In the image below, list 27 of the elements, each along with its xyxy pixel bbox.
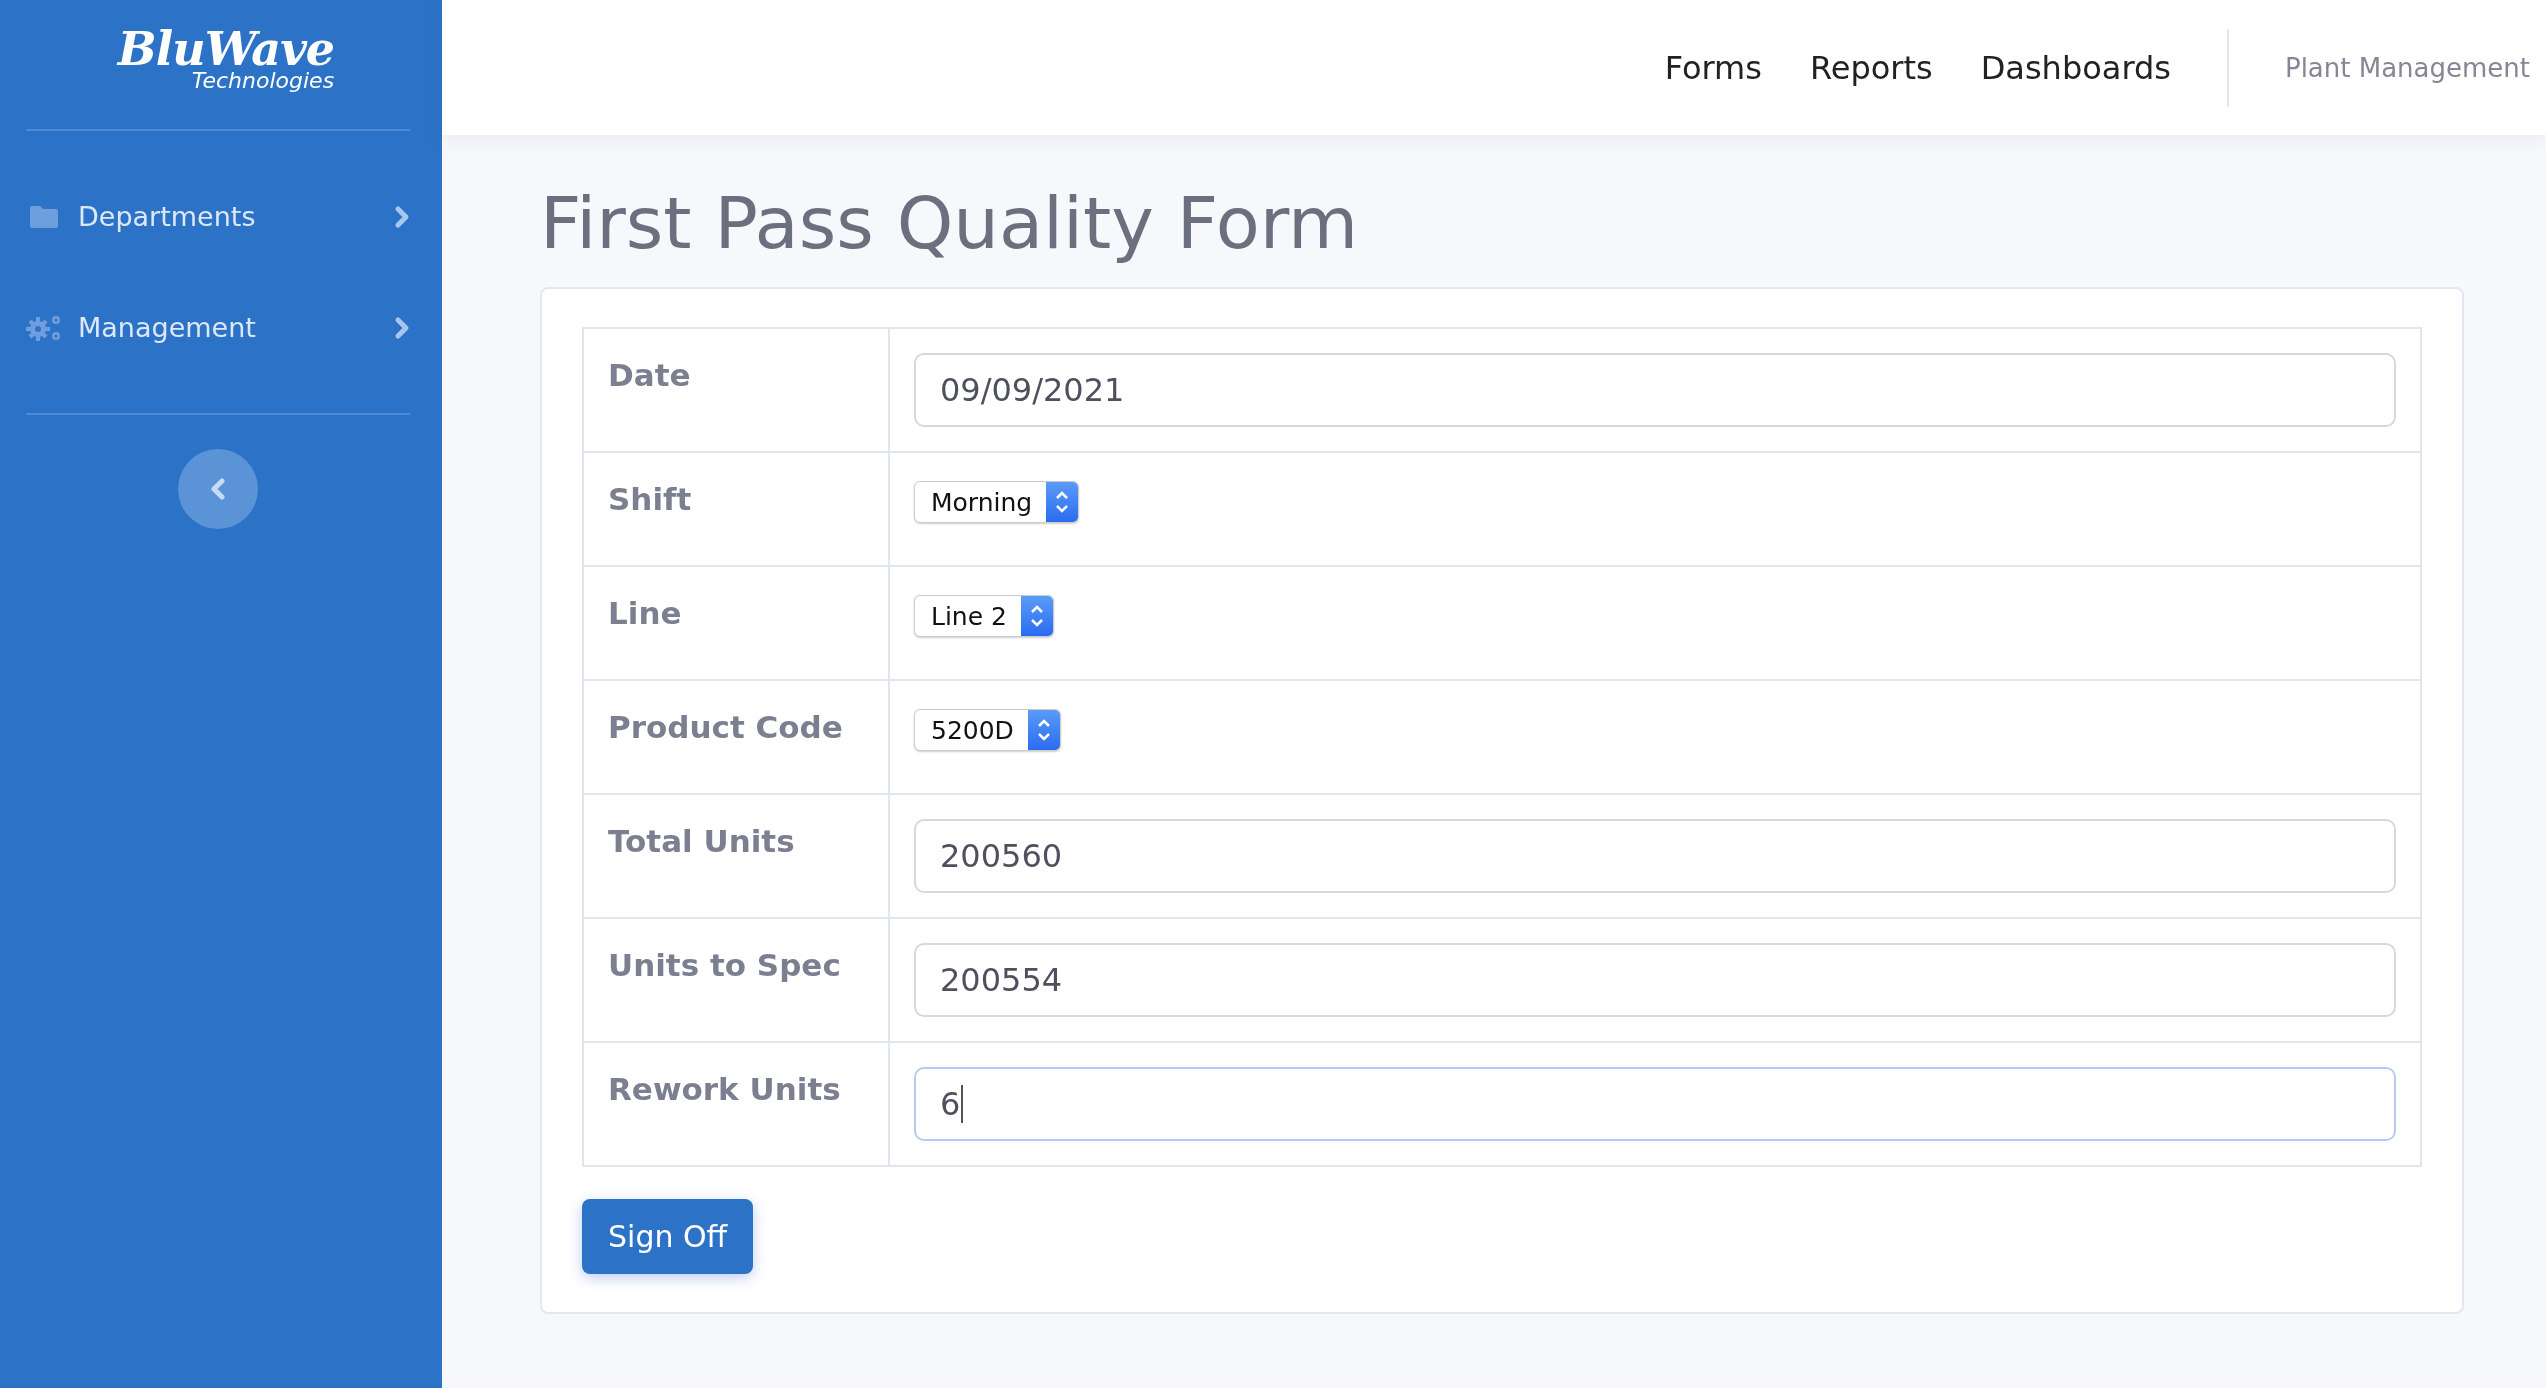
gears-icon bbox=[26, 313, 62, 342]
nav-link[interactable]: Reports bbox=[1809, 48, 1933, 87]
sign-off-button[interactable]: Sign Off bbox=[582, 1199, 754, 1274]
context-label: Plant Management bbox=[2284, 52, 2530, 83]
text-input[interactable]: 200560 bbox=[914, 819, 2396, 893]
select-dropdown[interactable]: Line 2 bbox=[914, 595, 1054, 637]
nav-link[interactable]: Forms bbox=[1664, 48, 1762, 87]
select-dropdown[interactable]: 5200D bbox=[914, 709, 1061, 751]
field-label: Line bbox=[584, 567, 890, 679]
folder-icon bbox=[30, 205, 58, 228]
select-dropdown[interactable]: Morning bbox=[914, 481, 1080, 523]
text-input[interactable]: 09/09/2021 bbox=[914, 353, 2396, 427]
sidebar-item[interactable]: Management bbox=[26, 312, 410, 343]
text-input[interactable]: 6 bbox=[914, 1067, 2396, 1141]
chevron-left-icon bbox=[210, 478, 226, 500]
page-title: First Pass Quality Form bbox=[540, 181, 1360, 265]
chevron-right-icon bbox=[394, 315, 410, 340]
sidebar-item[interactable]: Departments bbox=[26, 201, 410, 232]
field-label: Units to Spec bbox=[584, 919, 890, 1041]
text-input[interactable]: 200554 bbox=[914, 943, 2396, 1017]
nav-link[interactable]: Dashboards bbox=[1980, 48, 2171, 87]
field-label: Total Units bbox=[584, 795, 890, 917]
field-label: Rework Units bbox=[584, 1043, 890, 1165]
chevron-right-icon bbox=[394, 204, 410, 229]
field-label: Shift bbox=[584, 453, 890, 565]
field-label: Product Code bbox=[584, 681, 890, 793]
field-label: Date bbox=[584, 329, 890, 451]
